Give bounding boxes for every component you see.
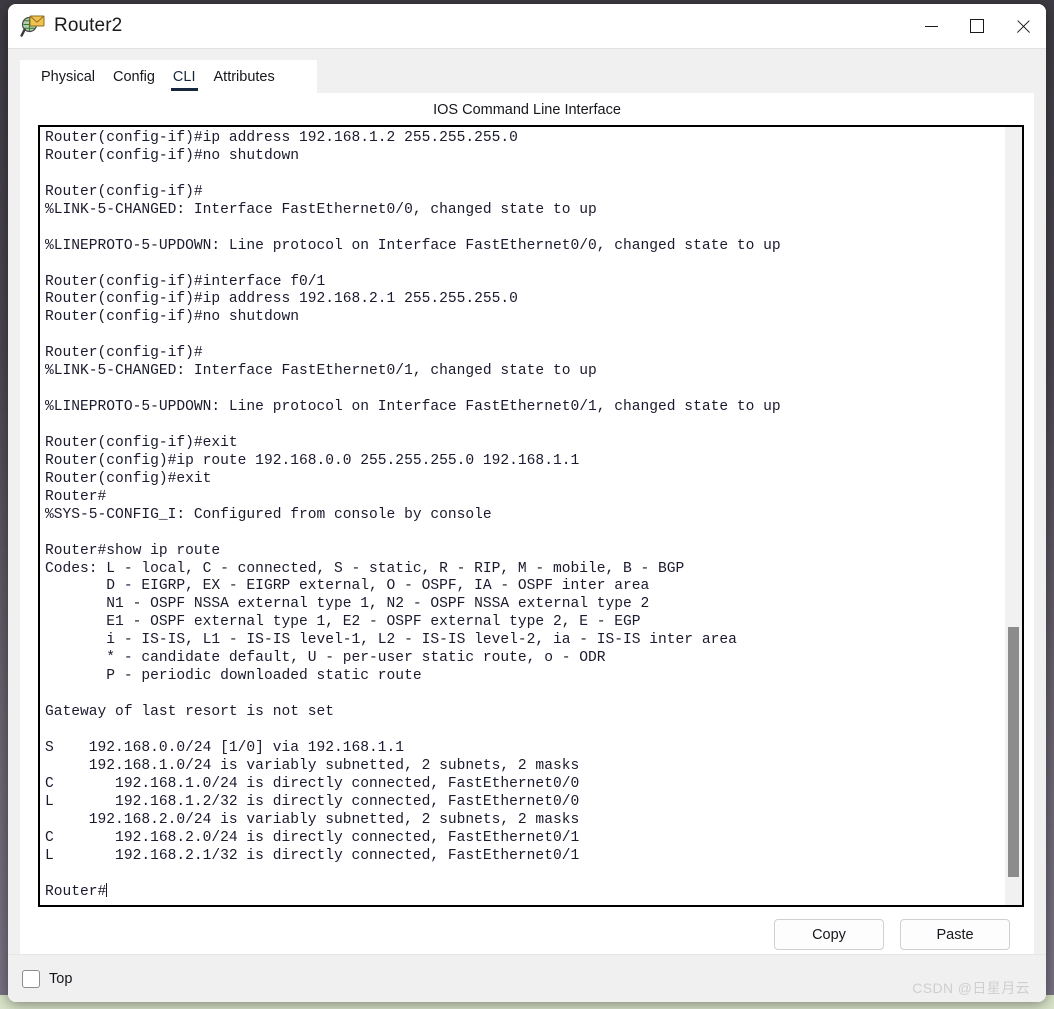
terminal-line: C 192.168.2.0/24 is directly connected, … — [45, 829, 580, 846]
tab-cli[interactable]: CLI — [164, 60, 205, 93]
terminal-line: Router(config-if)# — [45, 345, 203, 362]
terminal-line: Gateway of last resort is not set — [45, 704, 335, 720]
terminal-line: N1 - OSPF NSSA external type 1, N2 - OSP… — [45, 596, 650, 613]
title-bar: Router2 — [8, 4, 1046, 49]
terminal-line: L 192.168.2.1/32 is directly connected, … — [45, 847, 580, 864]
tab-attributes[interactable]: Attributes — [205, 60, 284, 93]
top-checkbox-label: Top — [49, 970, 73, 987]
terminal-line: P - periodic downloaded static route — [45, 668, 422, 685]
terminal-line: * - candidate default, U - per-user stat… — [45, 650, 606, 667]
terminal-scrollbar[interactable] — [1005, 127, 1022, 905]
terminal-line: L 192.168.1.2/32 is directly connected, … — [45, 793, 580, 810]
terminal-line: Router(config-if)#ip address 192.168.2.1… — [45, 291, 518, 308]
terminal-line: %LINEPROTO-5-UPDOWN: Line protocol on In… — [45, 237, 781, 254]
minimize-icon — [924, 25, 938, 27]
terminal-line: C 192.168.1.0/24 is directly connected, … — [45, 775, 580, 792]
terminal-line: Router# — [45, 883, 108, 901]
cli-heading: IOS Command Line Interface — [433, 102, 621, 118]
terminal-output[interactable]: Router(config-if)#ip address 192.168.1.2… — [40, 127, 1005, 905]
tab-physical[interactable]: Physical — [32, 60, 104, 93]
terminal-line: Router#show ip route — [45, 542, 221, 559]
tab-physical-label: Physical — [41, 68, 95, 85]
window-title: Router2 — [54, 15, 123, 36]
router-magnifier-icon — [20, 13, 46, 39]
terminal-line: Router(config-if)# — [45, 183, 203, 200]
terminal-line: Router(config-if)#exit — [45, 434, 238, 451]
terminal-line: Router(config-if)#ip address 192.168.1.2… — [45, 130, 518, 146]
terminal-line: i - IS-IS, L1 - IS-IS level-1, L2 - IS-I… — [45, 632, 737, 649]
copy-button[interactable]: Copy — [774, 919, 884, 950]
tab-cli-label: CLI — [172, 68, 196, 85]
top-checkbox[interactable] — [22, 969, 40, 988]
terminal-line: D - EIGRP, EX - EIGRP external, O - OSPF… — [45, 578, 650, 595]
terminal-line: Router# — [45, 488, 107, 505]
terminal-line: %LINK-5-CHANGED: Interface FastEthernet0… — [45, 201, 597, 218]
terminal-line: Codes: L - local, C - connected, S - sta… — [45, 560, 685, 577]
footer-bar: Top CSDN @日星月云 — [8, 954, 1046, 1002]
window-body: Physical Config CLI Attributes IOS Comma… — [8, 49, 1046, 1002]
terminal-line: Router(config-if)#no shutdown — [45, 147, 299, 164]
terminal-caret — [106, 883, 108, 898]
terminal-line: Router(config-if)#interface f0/1 — [45, 273, 326, 290]
terminal-line: %LINK-5-CHANGED: Interface FastEthernet0… — [45, 363, 597, 380]
terminal-line: 192.168.2.0/24 is variably subnetted, 2 … — [45, 811, 580, 828]
minimize-button[interactable] — [908, 4, 954, 48]
terminal-line: S 192.168.0.0/24 [1/0] via 192.168.1.1 — [45, 739, 405, 756]
paste-button[interactable]: Paste — [900, 919, 1010, 950]
maximize-button[interactable] — [954, 4, 1000, 48]
tab-config-label: Config — [113, 68, 155, 85]
window-controls — [908, 4, 1046, 48]
cli-action-buttons: Copy Paste — [20, 907, 1034, 950]
tab-config[interactable]: Config — [104, 60, 164, 93]
terminal-line: Router(config-if)#no shutdown — [45, 309, 299, 326]
cli-content-card: IOS Command Line Interface Router(config… — [20, 93, 1034, 954]
terminal-line: 192.168.1.0/24 is variably subnetted, 2 … — [45, 757, 580, 774]
terminal-line: Router(config)#exit — [45, 470, 212, 487]
router-window: Router2 Physical Config CLI Attributes I… — [8, 4, 1046, 1002]
terminal-line: %LINEPROTO-5-UPDOWN: Line protocol on In… — [45, 399, 781, 416]
terminal-line: Router(config)#ip route 192.168.0.0 255.… — [45, 452, 580, 469]
maximize-icon — [970, 19, 984, 33]
tab-strip: Physical Config CLI Attributes — [20, 60, 317, 93]
terminal-line: E1 - OSPF external type 1, E2 - OSPF ext… — [45, 614, 641, 631]
terminal-container: Router(config-if)#ip address 192.168.1.2… — [38, 125, 1024, 907]
terminal-line: %SYS-5-CONFIG_I: Configured from console… — [45, 506, 492, 523]
close-button[interactable] — [1000, 4, 1046, 48]
tab-attributes-label: Attributes — [213, 68, 275, 85]
watermark-text: CSDN @日星月云 — [912, 980, 1030, 996]
close-icon — [1015, 18, 1031, 34]
terminal-scrollbar-thumb[interactable] — [1008, 627, 1019, 877]
